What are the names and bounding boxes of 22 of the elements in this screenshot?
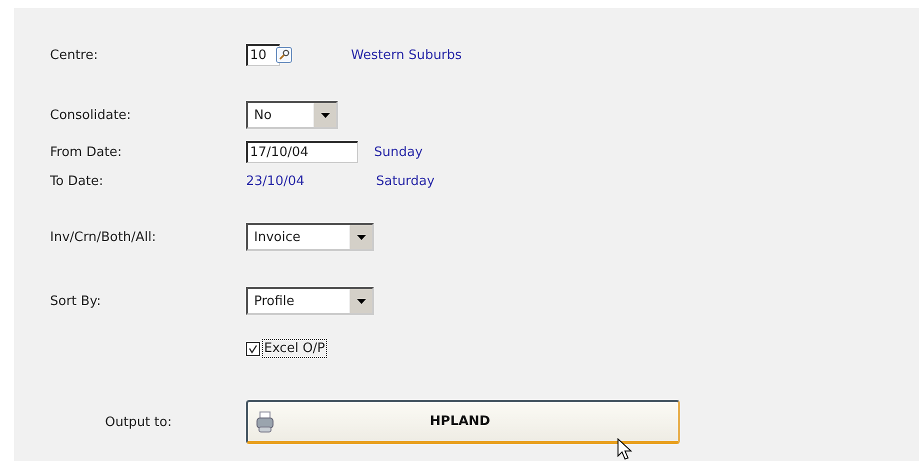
field-label: Output to: — [104, 414, 173, 430]
field-note: Saturday — [376, 174, 436, 188]
search-icon[interactable] — [278, 47, 292, 63]
field-label: Consolidate: — [50, 108, 132, 122]
field-label: From Date: — [50, 144, 123, 160]
dropdown[interactable]: Invoice — [246, 223, 374, 251]
centre-field[interactable]: 10 — [246, 44, 280, 66]
printer-icon — [256, 410, 274, 432]
date-field[interactable]: 17/10/04 — [246, 141, 358, 163]
checkbox-label[interactable]: Excel O/P — [262, 339, 328, 358]
mouse-cursor-icon — [617, 438, 633, 461]
dropdown[interactable]: Profile — [246, 287, 374, 315]
printer-button[interactable]: HPLAND — [246, 400, 680, 444]
date-value: 23/10/04 — [246, 174, 306, 188]
field-label: To Date: — [50, 174, 104, 188]
field-label: Inv/Crn/Both/All: — [50, 230, 158, 244]
field-label: Sort By: — [50, 294, 102, 308]
field-note: Sunday — [374, 144, 424, 160]
field-label: Centre: — [50, 48, 99, 62]
field-note: Western Suburbs — [351, 48, 463, 62]
dropdown[interactable]: No — [246, 101, 338, 129]
checkbox[interactable] — [246, 342, 260, 356]
